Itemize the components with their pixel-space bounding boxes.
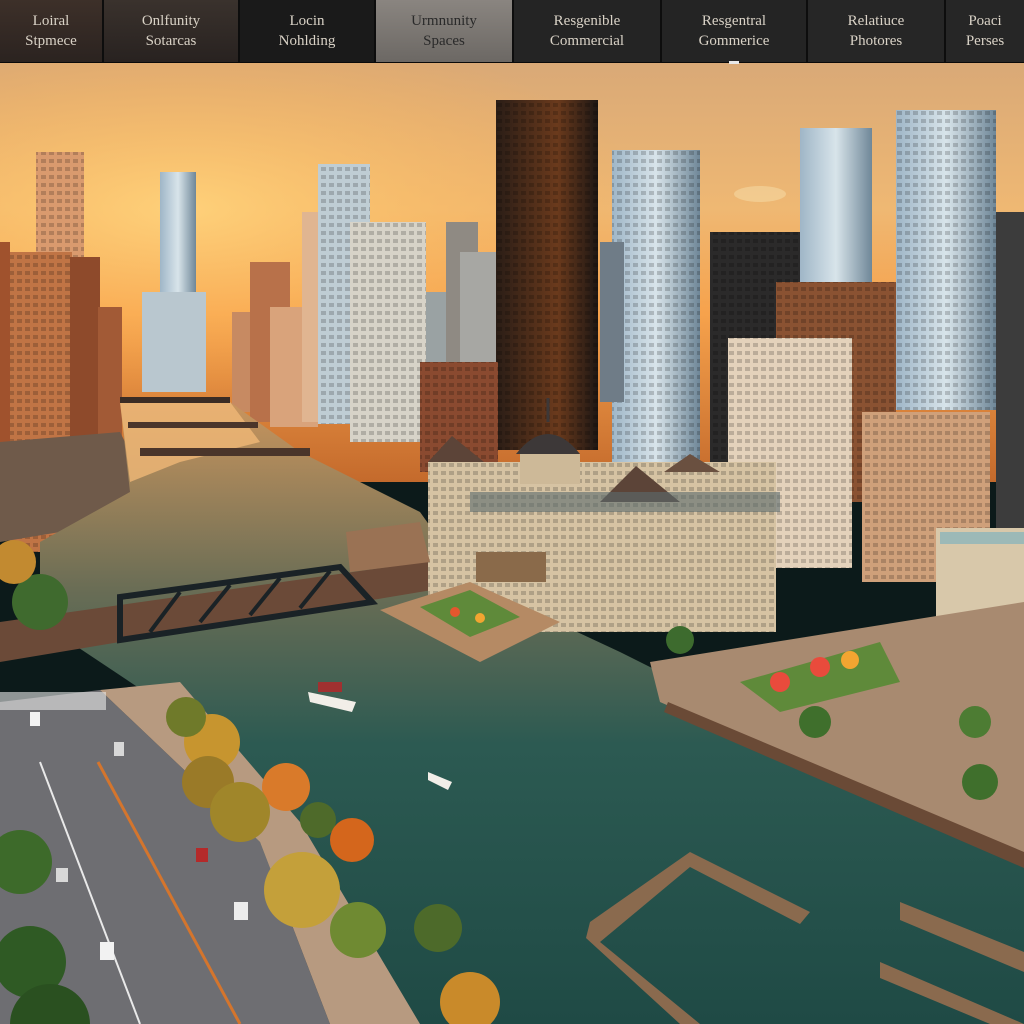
cloud — [734, 186, 786, 202]
tab-label-line2: Gommerice — [698, 33, 770, 49]
tab-label-line1: Locin — [289, 13, 325, 29]
city-waterfront-photo — [0, 62, 1024, 1024]
tab-label-line1: Resgenible — [553, 13, 621, 29]
tab-label-line2: Commercial — [549, 33, 625, 49]
active-indicator — [729, 61, 739, 64]
tab-label-line2: Sotarcas — [145, 33, 197, 49]
tab-responsible-commercial[interactable]: Resgenible Commercial — [514, 0, 662, 62]
tab-label-line1: Poaci — [968, 13, 1002, 29]
tab-label-line1: Loiral — [32, 13, 70, 29]
tab-label-line2: Perses — [965, 33, 1005, 49]
tab-local-holding[interactable]: Locin Nohlding — [240, 0, 376, 62]
city-scene-svg — [0, 62, 1024, 1024]
tab-label-line1: Resgentral — [701, 13, 767, 29]
tab-label-line2: Photores — [849, 33, 903, 49]
tab-label-line1: Urmnunity — [411, 13, 477, 29]
tab-community-spaces[interactable]: Urmnunity Spaces — [376, 0, 514, 62]
tab-label-line2: Stpmece — [25, 33, 77, 49]
tab-label-line2: Spaces — [423, 33, 465, 49]
category-tab-bar: Loiral Stpmece Onlfunity Sotarcas Locin … — [0, 0, 1024, 64]
tab-community-sources[interactable]: Onlfunity Sotarcas — [104, 0, 240, 62]
tab-local-spaces[interactable]: Loiral Stpmece — [0, 0, 104, 62]
tab-label-line1: Onlfunity — [141, 13, 201, 29]
tab-label-line2: Nohlding — [278, 33, 336, 49]
tab-relative-photos[interactable]: Relatiuce Photores — [808, 0, 946, 62]
tab-label-line1: Relatiuce — [847, 13, 905, 29]
tab-residential-commerce[interactable]: Resgentral Gommerice — [662, 0, 808, 64]
tab-peace-parses[interactable]: Poaci Perses — [946, 0, 1024, 62]
